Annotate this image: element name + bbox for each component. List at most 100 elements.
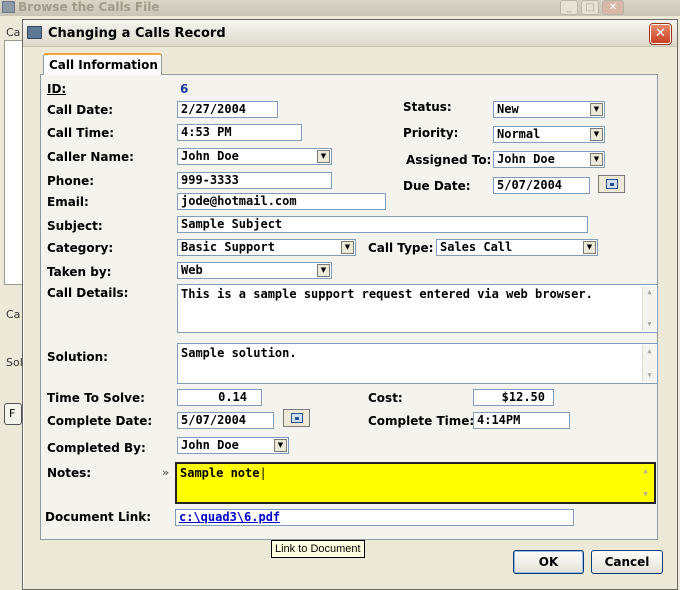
scroll-down-icon[interactable]: ▼ xyxy=(639,488,652,501)
taken-by-label: Taken by: xyxy=(47,265,112,279)
background-window-title: Browse the Calls File xyxy=(18,0,160,14)
complete-time-field[interactable]: 4:14PM xyxy=(473,412,570,429)
minimize-icon[interactable]: _ xyxy=(560,0,578,15)
call-details-text: This is a sample support request entered… xyxy=(181,287,593,301)
assigned-to-dropdown[interactable]: John Doe ▼ xyxy=(493,151,605,168)
cost-label: Cost: xyxy=(368,391,403,405)
background-label: Sol xyxy=(6,356,23,369)
maximize-icon[interactable]: □ xyxy=(581,0,599,15)
caller-name-dropdown[interactable]: John Doe ▼ xyxy=(177,148,332,165)
text-cursor: | xyxy=(259,466,267,480)
due-date-calendar-button[interactable] xyxy=(598,175,625,193)
time-to-solve-label: Time To Solve: xyxy=(47,391,145,405)
email-field[interactable]: jode@hotmail.com xyxy=(177,193,386,210)
edit-record-dialog: Changing a Calls Record ✕ Call Informati… xyxy=(22,19,678,590)
assigned-to-value: John Doe xyxy=(497,152,555,166)
category-value: Basic Support xyxy=(181,240,275,254)
background-label: Ca xyxy=(6,308,21,321)
dialog-title: Changing a Calls Record xyxy=(48,26,226,41)
chevron-down-icon[interactable]: ▼ xyxy=(590,103,603,116)
priority-label: Priority: xyxy=(403,126,459,140)
close-button[interactable]: ✕ xyxy=(649,23,672,45)
background-button[interactable]: F xyxy=(4,403,22,425)
scrollbar[interactable]: ▲ ▼ xyxy=(642,286,656,331)
scrollbar[interactable]: ▲ ▼ xyxy=(642,345,656,382)
call-date-field[interactable]: 2/27/2004 xyxy=(177,101,278,118)
priority-value: Normal xyxy=(497,127,541,141)
scroll-down-icon[interactable]: ▼ xyxy=(643,318,656,331)
solution-text: Sample solution. xyxy=(181,346,297,360)
call-details-label: Call Details: xyxy=(47,286,129,300)
call-type-value: Sales Call xyxy=(440,240,513,254)
complete-time-label: Complete Time: xyxy=(368,414,475,428)
completed-by-dropdown[interactable]: John Doe ▼ xyxy=(177,437,289,454)
email-label: Email: xyxy=(47,195,89,209)
chevron-down-icon[interactable]: ▼ xyxy=(341,241,354,254)
chevron-down-icon[interactable]: ▼ xyxy=(274,439,287,452)
expand-notes-icon[interactable]: » xyxy=(162,466,169,479)
phone-field[interactable]: 999-3333 xyxy=(177,172,332,189)
calendar-icon xyxy=(290,413,303,423)
completed-by-value: John Doe xyxy=(181,438,239,452)
complete-date-calendar-button[interactable] xyxy=(283,409,310,427)
caller-name-label: Caller Name: xyxy=(47,150,134,164)
call-time-label: Call Time: xyxy=(47,126,115,140)
id-value: 6 xyxy=(180,82,189,96)
scroll-up-icon[interactable]: ▲ xyxy=(643,286,656,299)
chevron-down-icon[interactable]: ▼ xyxy=(317,264,330,277)
background-list[interactable] xyxy=(4,40,24,285)
id-label: ID: xyxy=(47,82,66,96)
phone-label: Phone: xyxy=(47,174,95,188)
time-to-solve-field[interactable]: 0.14 xyxy=(177,389,262,406)
chevron-down-icon[interactable]: ▼ xyxy=(317,150,330,163)
priority-dropdown[interactable]: Normal ▼ xyxy=(493,126,605,143)
id-label-text: ID: xyxy=(47,82,67,96)
due-date-label: Due Date: xyxy=(403,179,471,193)
call-type-dropdown[interactable]: Sales Call ▼ xyxy=(436,239,598,256)
subject-label: Subject: xyxy=(47,219,103,233)
chevron-down-icon[interactable]: ▼ xyxy=(583,241,596,254)
assigned-to-label: Assigned To: xyxy=(406,153,492,167)
complete-date-label: Complete Date: xyxy=(47,414,153,428)
solution-textarea[interactable]: Sample solution. ▲ ▼ xyxy=(177,343,658,384)
category-dropdown[interactable]: Basic Support ▼ xyxy=(177,239,356,256)
scrollbar[interactable]: ▲ ▼ xyxy=(639,465,653,501)
notes-text: Sample note xyxy=(180,466,260,480)
status-value: New xyxy=(497,102,519,116)
scroll-up-icon[interactable]: ▲ xyxy=(643,345,656,358)
call-type-label: Call Type: xyxy=(368,241,434,255)
notes-textarea[interactable]: Sample note| ▲ ▼ xyxy=(175,462,656,504)
subject-field[interactable]: Sample Subject xyxy=(177,216,588,233)
chevron-down-icon[interactable]: ▼ xyxy=(590,153,603,166)
document-link-label: Document Link: xyxy=(45,510,152,524)
link-tooltip: Link to Document xyxy=(271,540,365,558)
cancel-button[interactable]: Cancel xyxy=(591,550,663,574)
call-details-textarea[interactable]: This is a sample support request entered… xyxy=(177,284,658,333)
ok-button[interactable]: OK xyxy=(513,550,584,574)
scroll-up-icon[interactable]: ▲ xyxy=(639,465,652,478)
background-titlebar: Browse the Calls File xyxy=(0,0,680,16)
dialog-titlebar: Changing a Calls Record ✕ xyxy=(23,20,677,47)
scroll-down-icon[interactable]: ▼ xyxy=(643,369,656,382)
solution-label: Solution: xyxy=(47,350,108,364)
chevron-down-icon[interactable]: ▼ xyxy=(590,128,603,141)
background-label: Ca xyxy=(6,26,21,39)
due-date-field[interactable]: 5/07/2004 xyxy=(493,177,590,194)
taken-by-value: Web xyxy=(181,263,203,277)
call-time-field[interactable]: 4:53 PM xyxy=(177,124,302,141)
calendar-icon xyxy=(605,179,618,189)
document-link-field[interactable]: c:\quad3\6.pdf xyxy=(175,509,574,526)
tab-call-information[interactable]: Call Information xyxy=(43,53,162,75)
taken-by-dropdown[interactable]: Web ▼ xyxy=(177,262,332,279)
category-label: Category: xyxy=(47,241,114,255)
call-date-label: Call Date: xyxy=(47,103,114,117)
notes-label: Notes: xyxy=(47,466,92,480)
computer-icon xyxy=(27,26,42,39)
complete-date-field[interactable]: 5/07/2004 xyxy=(177,412,274,429)
cost-field[interactable]: $12.50 xyxy=(473,389,554,406)
completed-by-label: Completed By: xyxy=(47,441,146,455)
caller-name-value: John Doe xyxy=(181,149,239,163)
close-icon[interactable]: ✕ xyxy=(602,0,624,15)
status-dropdown[interactable]: New ▼ xyxy=(493,101,605,118)
status-label: Status: xyxy=(403,100,452,114)
